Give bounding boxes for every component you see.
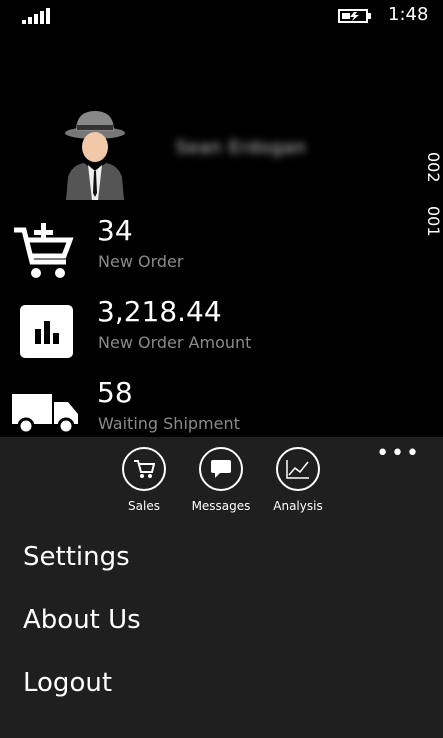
stat-value: 34 bbox=[97, 214, 133, 247]
user-name: Sean Erdogan bbox=[176, 138, 307, 158]
stat-value: 3,218.44 bbox=[97, 295, 222, 328]
analysis-label: Analysis bbox=[273, 499, 323, 513]
more-icon[interactable]: ••• bbox=[376, 441, 421, 466]
analysis-button[interactable]: Analysis bbox=[258, 447, 338, 513]
messages-label: Messages bbox=[191, 499, 251, 513]
status-time: 1:48 bbox=[388, 4, 429, 25]
menu-item-settings[interactable]: Settings bbox=[23, 542, 130, 572]
bar-chart-icon bbox=[20, 305, 73, 358]
sales-button[interactable]: Sales bbox=[104, 447, 184, 513]
signal-strength-icon bbox=[22, 8, 50, 24]
stat-label: New Order Amount bbox=[98, 333, 252, 352]
app-bar: ••• Sales Messages Analysis Settings Abo… bbox=[0, 437, 443, 738]
stat-value: 58 bbox=[97, 376, 133, 409]
pivot-header-002[interactable]: 002 bbox=[424, 152, 443, 183]
user-avatar bbox=[65, 111, 125, 200]
menu-item-logout[interactable]: Logout bbox=[23, 668, 112, 698]
stat-new-order[interactable]: 34 New Order bbox=[0, 214, 443, 284]
message-icon bbox=[199, 447, 243, 491]
cart-icon bbox=[122, 447, 166, 491]
messages-button[interactable]: Messages bbox=[181, 447, 261, 513]
cart-add-icon bbox=[14, 223, 74, 278]
stat-waiting-shipment[interactable]: 58 Waiting Shipment bbox=[0, 376, 443, 446]
line-chart-icon bbox=[276, 447, 320, 491]
truck-icon bbox=[12, 394, 78, 435]
status-bar: 1:48 bbox=[0, 0, 443, 32]
stat-label: Waiting Shipment bbox=[98, 414, 240, 433]
stat-new-order-amount[interactable]: 3,218.44 New Order Amount bbox=[0, 295, 443, 365]
stat-label: New Order bbox=[98, 252, 184, 271]
battery-charging-icon bbox=[338, 9, 371, 23]
menu-item-about-us[interactable]: About Us bbox=[23, 605, 141, 635]
sales-label: Sales bbox=[128, 499, 160, 513]
